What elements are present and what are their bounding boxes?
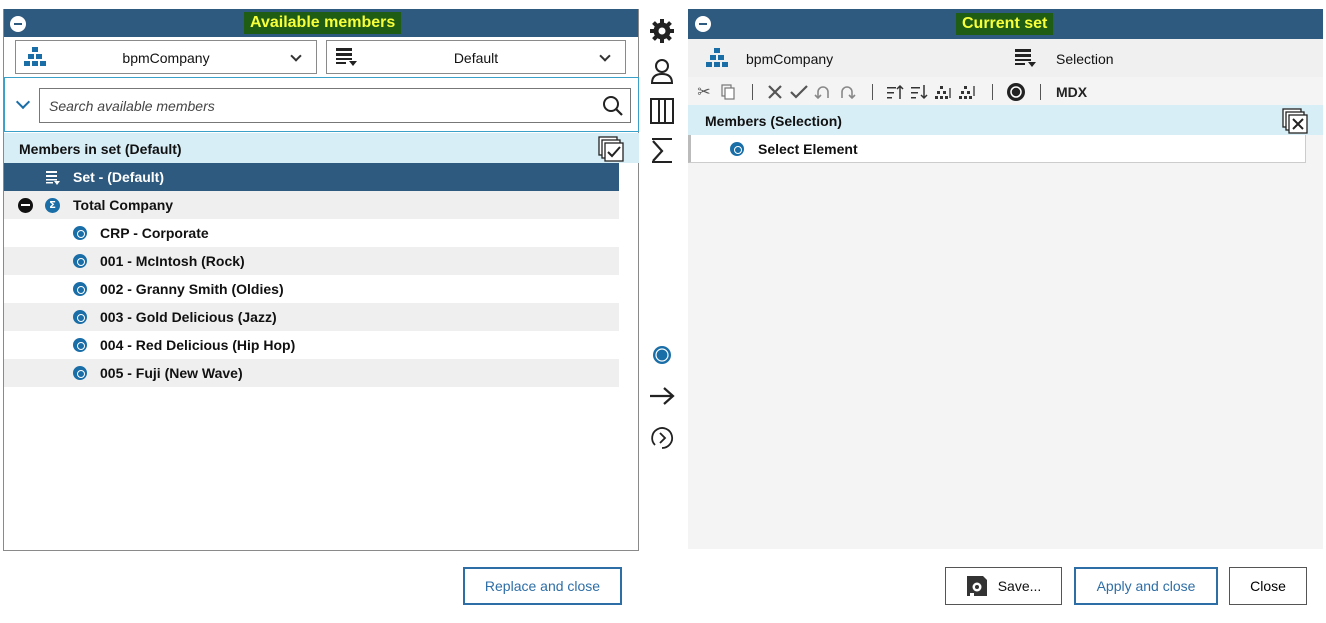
member-radio-icon xyxy=(73,366,87,380)
dimension-dropdown[interactable]: bpmCompany xyxy=(15,40,317,74)
tree-label: 002 - Granny Smith (Oldies) xyxy=(100,281,284,297)
available-members-header: Available members xyxy=(4,9,638,37)
check-icon[interactable] xyxy=(790,82,808,102)
clear-all-icon[interactable] xyxy=(1282,108,1308,137)
sort-descending-icon[interactable] xyxy=(910,82,928,102)
toolbar-separator xyxy=(992,84,993,100)
available-members-panel: Available members bpmCompany Default Sea… xyxy=(3,9,639,551)
tree-row[interactable]: 003 - Gold Delicious (Jazz) xyxy=(4,303,619,331)
expand-chevron-icon[interactable] xyxy=(15,94,31,110)
tree-row[interactable]: 005 - Fuji (New Wave) xyxy=(4,359,619,387)
collapse-icon[interactable] xyxy=(695,16,711,32)
save-disk-icon xyxy=(966,575,988,597)
redo-icon[interactable] xyxy=(838,82,856,102)
cut-icon[interactable]: ✂ xyxy=(696,82,712,102)
tree-label: 004 - Red Delicious (Hip Hop) xyxy=(100,337,296,353)
set-row-label: Set - (Default) xyxy=(73,169,164,185)
gear-icon[interactable] xyxy=(649,18,675,44)
collapse-node-icon[interactable] xyxy=(18,198,33,213)
member-radio-icon xyxy=(73,254,87,268)
set-row[interactable]: Set - (Default) xyxy=(4,163,619,191)
tree-row[interactable]: CRP - Corporate xyxy=(4,219,619,247)
target-icon[interactable] xyxy=(1006,82,1026,102)
members-in-set-header: Members in set (Default) xyxy=(4,133,639,163)
section-title: Members in set (Default) xyxy=(19,141,182,157)
select-element-row[interactable]: Select Element xyxy=(688,135,1306,163)
section-title: Members (Selection) xyxy=(705,113,842,129)
current-set-header: Current set xyxy=(688,9,1323,39)
sort-ascending-icon[interactable] xyxy=(886,82,904,102)
member-radio-icon xyxy=(73,226,87,240)
tree-label: 001 - McIntosh (Rock) xyxy=(100,253,245,269)
delete-icon[interactable] xyxy=(766,82,784,102)
sigma-icon: Σ xyxy=(45,198,60,213)
replace-and-close-button[interactable]: Replace and close xyxy=(463,567,622,605)
select-radio-icon[interactable] xyxy=(649,342,675,368)
member-radio-icon xyxy=(73,282,87,296)
set-list-icon xyxy=(1014,47,1038,74)
apply-and-close-button[interactable]: Apply and close xyxy=(1074,567,1218,605)
columns-icon[interactable] xyxy=(649,98,675,124)
user-icon[interactable] xyxy=(649,58,675,84)
tree-row-total-company[interactable]: Σ Total Company xyxy=(4,191,619,219)
toolbar-separator xyxy=(1040,84,1041,100)
hierarchy-sort-up-icon[interactable] xyxy=(934,82,952,102)
search-box xyxy=(39,88,631,123)
tree-row[interactable]: 002 - Granny Smith (Oldies) xyxy=(4,275,619,303)
current-set-title: Current set xyxy=(956,13,1054,35)
refresh-icon[interactable] xyxy=(649,425,675,451)
available-members-title: Available members xyxy=(244,12,402,34)
save-button-label: Save... xyxy=(997,578,1042,594)
search-icon[interactable] xyxy=(602,95,624,122)
toolbar-separator xyxy=(752,84,753,100)
set-list-icon xyxy=(45,170,61,189)
edit-toolbar: ✂ MDX xyxy=(688,82,1323,102)
current-set-panel: Current set bpmCompany Selection ✂ MDX M… xyxy=(688,9,1323,549)
member-radio-icon xyxy=(73,310,87,324)
select-element-radio-icon xyxy=(730,142,744,156)
member-radio-icon xyxy=(73,338,87,352)
tree-label: 005 - Fuji (New Wave) xyxy=(100,365,243,381)
hierarchy-sort-down-icon[interactable] xyxy=(958,82,976,102)
tree-label: CRP - Corporate xyxy=(100,225,209,241)
toolbar-separator xyxy=(872,84,873,100)
set-dropdown-value: Default xyxy=(453,50,499,66)
search-area xyxy=(4,77,639,132)
arrow-right-icon[interactable] xyxy=(649,383,675,409)
members-selection-header: Members (Selection) xyxy=(688,105,1323,135)
hierarchy-icon xyxy=(705,47,729,74)
select-all-icon[interactable] xyxy=(598,136,624,165)
select-element-label: Select Element xyxy=(758,141,858,157)
current-set-name: Selection xyxy=(1056,51,1114,67)
tree-label: 003 - Gold Delicious (Jazz) xyxy=(100,309,277,325)
undo-icon[interactable] xyxy=(814,82,832,102)
search-input[interactable] xyxy=(40,89,580,122)
copy-icon[interactable] xyxy=(720,82,736,102)
collapse-icon[interactable] xyxy=(10,16,26,32)
tree-label: Total Company xyxy=(73,197,174,213)
set-dropdown[interactable]: Default xyxy=(326,40,626,74)
tree-row[interactable]: 004 - Red Delicious (Hip Hop) xyxy=(4,331,619,359)
save-button[interactable]: Save... xyxy=(945,567,1062,605)
sigma-icon[interactable] xyxy=(649,138,675,164)
current-dimension: bpmCompany xyxy=(746,51,834,67)
close-button[interactable]: Close xyxy=(1229,567,1307,605)
mdx-button[interactable]: MDX xyxy=(1056,84,1087,100)
current-set-info: bpmCompany Selection xyxy=(688,39,1323,77)
dimension-dropdown-value: bpmCompany xyxy=(122,50,210,66)
tree-row[interactable]: 001 - McIntosh (Rock) xyxy=(4,247,619,275)
